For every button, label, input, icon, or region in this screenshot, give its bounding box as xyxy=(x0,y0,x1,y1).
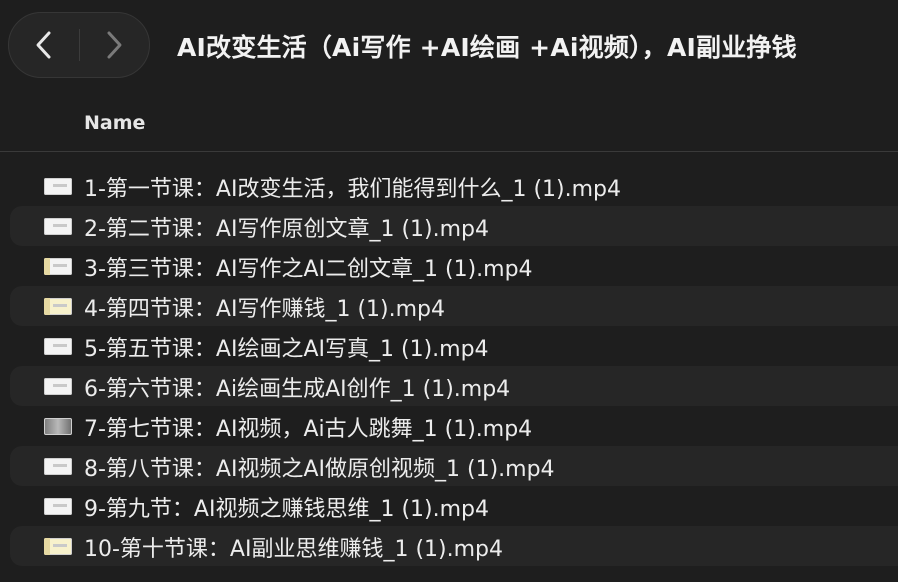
file-row[interactable]: 2-第二节课：AI写作原创文章_1 (1).mp4 xyxy=(10,206,898,246)
file-name: 7-第七节课：AI视频，Ai古人跳舞_1 (1).mp4 xyxy=(84,417,533,442)
chevron-right-icon xyxy=(107,31,122,59)
video-file-icon xyxy=(44,218,72,235)
file-name: 1-第一节课：AI改变生活，我们能得到什么_1 (1).mp4 xyxy=(84,177,622,202)
file-name: 2-第二节课：AI写作原创文章_1 (1).mp4 xyxy=(84,217,490,242)
video-file-icon xyxy=(44,298,72,315)
file-row[interactable]: 3-第三节课：AI写作之AI二创文章_1 (1).mp4 xyxy=(10,246,898,286)
file-name: 3-第三节课：AI写作之AI二创文章_1 (1).mp4 xyxy=(84,257,533,282)
finder-window: AI改变生活（Ai写作 +AI绘画 +Ai视频），AI副业挣钱 Name 1-第… xyxy=(0,0,898,582)
video-file-icon xyxy=(44,538,72,555)
file-name: 9-第九节：AI视频之赚钱思维_1 (1).mp4 xyxy=(84,497,490,522)
video-file-icon xyxy=(44,498,72,515)
video-file-icon xyxy=(44,418,72,435)
file-name: 6-第六节课：Ai绘画生成AI创作_1 (1).mp4 xyxy=(84,377,511,402)
column-header: Name xyxy=(0,98,898,152)
forward-button[interactable] xyxy=(79,13,149,77)
video-file-icon xyxy=(44,178,72,195)
file-name: 8-第八节课：AI视频之AI做原创视频_1 (1).mp4 xyxy=(84,457,555,482)
file-row[interactable]: 5-第五节课：AI绘画之AI写真_1 (1).mp4 xyxy=(10,326,898,366)
navigation-group xyxy=(8,12,150,78)
name-column-header[interactable]: Name xyxy=(84,112,145,134)
video-file-icon xyxy=(44,338,72,355)
file-row[interactable]: 9-第九节：AI视频之赚钱思维_1 (1).mp4 xyxy=(10,486,898,526)
file-row[interactable]: 1-第一节课：AI改变生活，我们能得到什么_1 (1).mp4 xyxy=(10,166,898,206)
file-row[interactable]: 6-第六节课：Ai绘画生成AI创作_1 (1).mp4 xyxy=(10,366,898,406)
video-file-icon xyxy=(44,458,72,475)
back-button[interactable] xyxy=(9,13,79,77)
file-name: 5-第五节课：AI绘画之AI写真_1 (1).mp4 xyxy=(84,337,489,362)
video-file-icon xyxy=(44,378,72,395)
chevron-left-icon xyxy=(36,31,51,59)
file-name: 10-第十节课：AI副业思维赚钱_1 (1).mp4 xyxy=(84,537,504,562)
window-title: AI改变生活（Ai写作 +AI绘画 +Ai视频），AI副业挣钱 xyxy=(177,33,797,62)
video-file-icon xyxy=(44,258,72,275)
file-row[interactable]: 10-第十节课：AI副业思维赚钱_1 (1).mp4 xyxy=(10,526,898,566)
file-row[interactable]: 8-第八节课：AI视频之AI做原创视频_1 (1).mp4 xyxy=(10,446,898,486)
toolbar: AI改变生活（Ai写作 +AI绘画 +Ai视频），AI副业挣钱 xyxy=(0,0,898,98)
file-list: 1-第一节课：AI改变生活，我们能得到什么_1 (1).mp4 2-第二节课：A… xyxy=(0,166,898,566)
file-name: 4-第四节课：AI写作赚钱_1 (1).mp4 xyxy=(84,297,446,322)
file-row[interactable]: 4-第四节课：AI写作赚钱_1 (1).mp4 xyxy=(10,286,898,326)
file-row[interactable]: 7-第七节课：AI视频，Ai古人跳舞_1 (1).mp4 xyxy=(10,406,898,446)
